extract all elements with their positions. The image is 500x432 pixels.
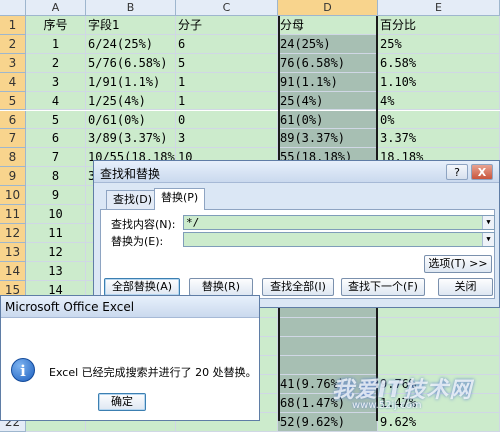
table-cell[interactable] xyxy=(278,318,378,338)
table-cell[interactable]: 1.10% xyxy=(378,72,500,92)
table-cell[interactable]: 5 xyxy=(26,110,86,130)
table-cell[interactable]: 52(9.62%) xyxy=(278,412,378,432)
table-cell[interactable]: 6 xyxy=(26,129,86,149)
row-header[interactable]: 10 xyxy=(0,186,26,205)
row-header[interactable]: 8 xyxy=(0,148,26,168)
row-header[interactable]: 3 xyxy=(0,53,26,73)
find-replace-dialog: 查找和替换 ? X 查找(D) 替换(P) 查找内容(N): */ ▼ 替换为(… xyxy=(93,160,500,308)
column-header-a[interactable]: A xyxy=(26,0,86,16)
column-header-c[interactable]: C xyxy=(176,0,278,16)
replace-label: 替换为(E): xyxy=(111,235,164,248)
table-cell[interactable]: 13 xyxy=(26,261,86,281)
find-next-button[interactable]: 查找下一个(F) xyxy=(341,278,425,296)
table-cell[interactable]: 7 xyxy=(26,148,86,168)
table-cell[interactable]: 3 xyxy=(176,129,278,149)
table-cell[interactable]: 0/61(0%) xyxy=(86,110,176,130)
message-title: Microsoft Office Excel xyxy=(5,300,135,314)
replace-button[interactable]: 替换(R) xyxy=(189,278,253,296)
table-cell[interactable] xyxy=(378,318,500,338)
message-box: Microsoft Office Excel i Excel 已经完成搜索并进行… xyxy=(0,295,260,421)
row-header[interactable]: 6 xyxy=(0,110,26,130)
replace-all-button[interactable]: 全部替换(A) xyxy=(104,278,180,296)
column-header-b[interactable]: B xyxy=(86,0,176,16)
column-header-d[interactable]: D xyxy=(278,0,378,16)
table-cell[interactable] xyxy=(278,337,378,357)
row-header[interactable]: 14 xyxy=(0,261,26,281)
watermark-url: www.52ij.com xyxy=(352,400,422,411)
row-header[interactable]: 5 xyxy=(0,91,26,111)
column-header-e[interactable]: E xyxy=(378,0,500,16)
table-cell[interactable]: 91(1.1%) xyxy=(278,72,378,92)
find-label: 查找内容(N): xyxy=(111,218,176,231)
table-cell[interactable]: 25% xyxy=(378,34,500,54)
find-all-button[interactable]: 查找全部(I) xyxy=(262,278,334,296)
table-cell[interactable]: 4 xyxy=(26,91,86,111)
table-cell[interactable]: 1/91(1.1%) xyxy=(86,72,176,92)
close-button[interactable]: 关闭 xyxy=(438,278,493,296)
row-header[interactable]: 2 xyxy=(0,34,26,54)
table-cell[interactable]: 89(3.37%) xyxy=(278,129,378,149)
table-cell[interactable]: 25(4%) xyxy=(278,91,378,111)
table-cell[interactable]: 6.58% xyxy=(378,53,500,73)
replace-input[interactable]: ▼ xyxy=(183,232,495,247)
header-cell[interactable]: 字段1 xyxy=(86,16,176,35)
table-cell[interactable] xyxy=(378,337,500,357)
table-cell[interactable]: 8 xyxy=(26,167,86,187)
table-cell[interactable]: 3 xyxy=(26,72,86,92)
row-header[interactable]: 12 xyxy=(0,223,26,243)
chevron-down-icon[interactable]: ▼ xyxy=(482,233,494,246)
table-cell[interactable]: 61(0%) xyxy=(278,110,378,130)
header-cell[interactable]: 序号 xyxy=(26,16,86,35)
row-header[interactable]: 4 xyxy=(0,72,26,92)
table-cell[interactable]: 5 xyxy=(176,53,278,73)
table-cell[interactable]: 10 xyxy=(26,205,86,224)
table-cell[interactable]: 6/24(25%) xyxy=(86,34,176,54)
table-cell[interactable]: 1 xyxy=(176,72,278,92)
table-cell[interactable]: 4% xyxy=(378,91,500,111)
tab-replace[interactable]: 替换(P) xyxy=(154,188,206,210)
table-cell[interactable]: 9.62% xyxy=(378,412,500,432)
message-text: Excel 已经完成搜索并进行了 20 处替换。 xyxy=(49,366,257,379)
info-icon: i xyxy=(11,358,35,382)
table-cell[interactable]: 0% xyxy=(378,110,500,130)
header-cell[interactable]: 分子 xyxy=(176,16,278,35)
table-cell[interactable]: 2 xyxy=(26,53,86,73)
header-cell[interactable]: 百分比 xyxy=(378,16,500,35)
find-input[interactable]: */ ▼ xyxy=(183,215,495,230)
table-cell[interactable]: 1/25(4%) xyxy=(86,91,176,111)
find-input-value: */ xyxy=(186,216,200,229)
table-cell[interactable]: 24(25%) xyxy=(278,34,378,54)
close-icon[interactable]: X xyxy=(471,164,493,180)
header-cell[interactable]: 分母 xyxy=(278,16,378,35)
chevron-down-icon[interactable]: ▼ xyxy=(482,216,494,229)
table-cell[interactable]: 11 xyxy=(26,223,86,243)
tab-find[interactable]: 查找(D) xyxy=(106,190,160,209)
table-cell[interactable]: 9 xyxy=(26,186,86,205)
ok-button[interactable]: 确定 xyxy=(98,393,146,411)
row-header[interactable]: 13 xyxy=(0,242,26,262)
row-header[interactable]: 7 xyxy=(0,129,26,149)
row-header[interactable]: 9 xyxy=(0,167,26,187)
table-cell[interactable]: 3/89(3.37%) xyxy=(86,129,176,149)
options-button[interactable]: 选项(T) >> xyxy=(424,255,492,273)
row-header[interactable]: 11 xyxy=(0,205,26,224)
table-cell[interactable]: 1 xyxy=(26,34,86,54)
table-cell[interactable]: 12 xyxy=(26,242,86,262)
table-cell[interactable]: 76(6.58%) xyxy=(278,53,378,73)
message-title-bar[interactable]: Microsoft Office Excel xyxy=(1,296,259,318)
help-button[interactable]: ? xyxy=(446,164,468,180)
table-cell[interactable]: 3.37% xyxy=(378,129,500,149)
dialog-title-bar[interactable]: 查找和替换 ? X xyxy=(94,161,499,183)
replace-panel: 查找内容(N): */ ▼ 替换为(E): ▼ 选项(T) >> 全部替换(A)… xyxy=(100,209,495,299)
table-cell[interactable]: 0 xyxy=(176,110,278,130)
dialog-title: 查找和替换 xyxy=(100,167,161,181)
row-header[interactable]: 1 xyxy=(0,16,26,35)
table-cell[interactable]: 6 xyxy=(176,34,278,54)
table-cell[interactable]: 5/76(6.58%) xyxy=(86,53,176,73)
table-cell[interactable]: 1 xyxy=(176,91,278,111)
select-all-corner[interactable] xyxy=(0,0,26,16)
